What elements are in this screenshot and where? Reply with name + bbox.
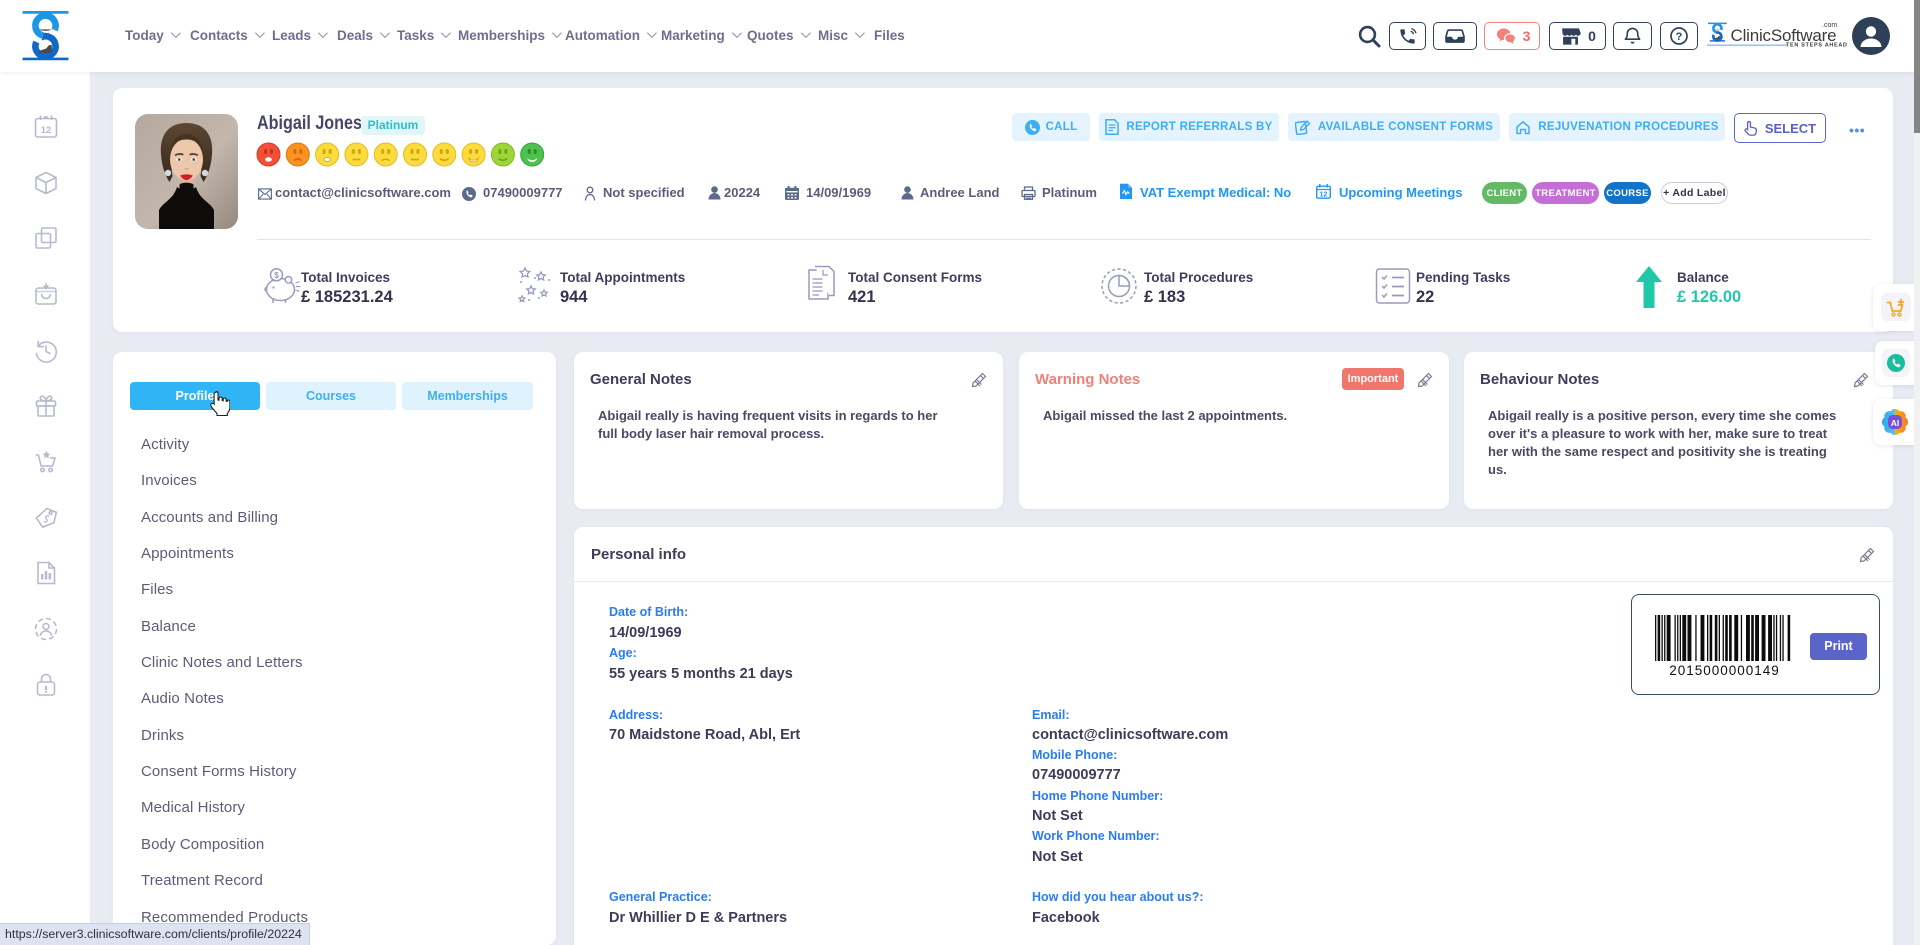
svg-text:TEN STEPS AHEAD: TEN STEPS AHEAD <box>1786 43 1848 49</box>
svg-text:.com: .com <box>1822 22 1837 29</box>
svg-text:$: $ <box>274 270 279 280</box>
svg-text:12: 12 <box>41 125 52 136</box>
svg-text:?: ? <box>1676 31 1683 43</box>
svg-text:12: 12 <box>1320 192 1328 199</box>
svg-text:AI: AI <box>1891 418 1900 428</box>
